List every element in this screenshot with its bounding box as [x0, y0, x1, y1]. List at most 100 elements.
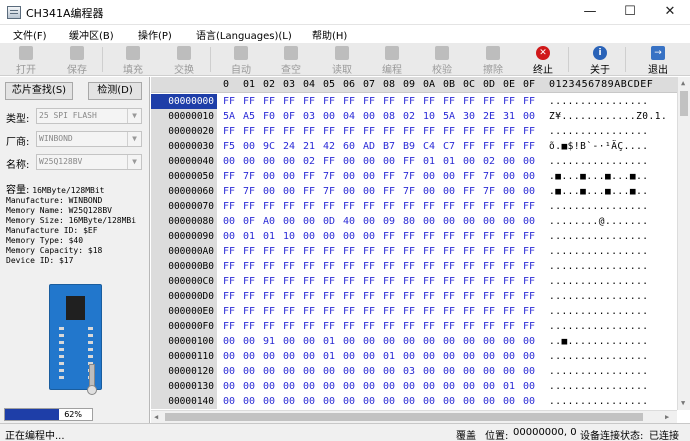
hex-byte[interactable]: FF [423, 199, 435, 214]
hex-byte[interactable]: F0 [263, 109, 275, 124]
hex-byte[interactable]: 10 [423, 109, 435, 124]
hex-byte[interactable]: FF [363, 244, 375, 259]
hex-byte[interactable]: 00 [363, 214, 375, 229]
hex-byte[interactable]: FF [283, 94, 295, 109]
hex-byte[interactable]: 00 [243, 154, 255, 169]
hex-byte[interactable]: 00 [303, 349, 315, 364]
hex-byte[interactable]: FF [383, 169, 395, 184]
hex-byte[interactable]: A5 [243, 109, 255, 124]
hex-byte[interactable]: 24 [283, 139, 295, 154]
hex-byte[interactable]: 00 [523, 349, 535, 364]
hex-byte[interactable]: FF [363, 304, 375, 319]
hex-byte[interactable]: 00 [283, 214, 295, 229]
vertical-scroll-thumb[interactable] [680, 91, 688, 116]
hex-byte[interactable]: 00 [463, 334, 475, 349]
close-button[interactable]: ✕ [650, 0, 690, 24]
hex-row[interactable]: 000000A0 FF FF FF FF FF FF FF FF FF FF FF FF FF FF FF FF… [151, 244, 677, 259]
row-ascii[interactable]: õ.■$!B`-·¹ÄÇ.... [549, 139, 649, 154]
vertical-scrollbar[interactable]: ▲ ▼ [677, 77, 690, 410]
hex-byte[interactable]: FF [343, 304, 355, 319]
hex-byte[interactable]: AD [363, 139, 375, 154]
hex-byte[interactable]: 00 [223, 214, 235, 229]
hex-byte[interactable]: B7 [383, 139, 395, 154]
hex-byte[interactable]: FF [483, 304, 495, 319]
hex-byte[interactable]: FF [383, 94, 395, 109]
stop-button[interactable]: ✕ 终止 [523, 44, 563, 76]
hex-byte[interactable]: 00 [303, 394, 315, 409]
scroll-left-icon[interactable]: ◀ [154, 413, 158, 421]
hex-byte[interactable]: 00 [243, 394, 255, 409]
hex-byte[interactable]: FF [243, 274, 255, 289]
hex-byte[interactable]: 02 [483, 154, 495, 169]
hex-byte[interactable]: FF [383, 199, 395, 214]
hex-byte[interactable]: A0 [263, 214, 275, 229]
hex-byte[interactable]: FF [523, 124, 535, 139]
row-ascii[interactable]: ................ [549, 379, 649, 394]
hex-row[interactable]: 00000130 00 00 00 00 00 00 00 00 00 00 00 00 00 00 01 00… [151, 379, 677, 394]
hex-byte[interactable]: 09 [383, 214, 395, 229]
hex-byte[interactable]: FF [483, 139, 495, 154]
hex-byte[interactable]: FF [283, 199, 295, 214]
hex-byte[interactable]: 00 [363, 154, 375, 169]
hex-byte[interactable]: FF [503, 229, 515, 244]
hex-byte[interactable]: 00 [363, 334, 375, 349]
hex-byte[interactable]: 00 [323, 364, 335, 379]
row-ascii[interactable]: .■...■...■...■.. [549, 169, 649, 184]
hex-byte[interactable]: FF [403, 94, 415, 109]
row-ascii[interactable]: ..■............. [549, 334, 649, 349]
hex-byte[interactable]: FF [483, 319, 495, 334]
hex-byte[interactable]: FF [303, 304, 315, 319]
hex-byte[interactable]: 04 [343, 109, 355, 124]
hex-byte[interactable]: FF [363, 289, 375, 304]
hex-byte[interactable]: FF [503, 124, 515, 139]
hex-byte[interactable]: 00 [263, 169, 275, 184]
hex-byte[interactable]: FF [383, 259, 395, 274]
hex-byte[interactable]: 00 [463, 379, 475, 394]
hex-byte[interactable]: 00 [283, 349, 295, 364]
row-ascii[interactable]: .■...■...■...■.. [549, 184, 649, 199]
hex-byte[interactable]: 00 [223, 349, 235, 364]
hex-byte[interactable]: 01 [263, 229, 275, 244]
hex-byte[interactable]: 00 [503, 394, 515, 409]
hex-byte[interactable]: FF [443, 229, 455, 244]
row-ascii[interactable]: ................ [549, 94, 649, 109]
hex-byte[interactable]: 00 [383, 394, 395, 409]
hex-row[interactable]: 00000090 00 01 01 10 00 00 00 00 FF FF FF FF FF FF FF FF… [151, 229, 677, 244]
hex-byte[interactable]: FF [443, 304, 455, 319]
hex-byte[interactable]: FF [463, 124, 475, 139]
hex-byte[interactable]: FF [403, 244, 415, 259]
hex-byte[interactable]: 00 [443, 184, 455, 199]
hex-byte[interactable]: FF [283, 319, 295, 334]
hex-byte[interactable]: 00 [443, 394, 455, 409]
hex-byte[interactable]: 00 [483, 349, 495, 364]
hex-byte[interactable]: 00 [483, 334, 495, 349]
hex-row[interactable]: 000000C0 FF FF FF FF FF FF FF FF FF FF FF FF FF FF FF FF… [151, 274, 677, 289]
hex-byte[interactable]: 00 [263, 379, 275, 394]
hex-byte[interactable]: FF [463, 199, 475, 214]
hex-byte[interactable]: 00 [423, 349, 435, 364]
hex-byte[interactable]: FF [463, 184, 475, 199]
hex-byte[interactable]: 00 [243, 349, 255, 364]
hex-byte[interactable]: 00 [223, 154, 235, 169]
row-ascii[interactable]: ................ [549, 154, 649, 169]
hex-byte[interactable]: FF [483, 289, 495, 304]
hex-byte[interactable]: 00 [463, 214, 475, 229]
hex-byte[interactable]: 00 [443, 349, 455, 364]
hex-byte[interactable]: 00 [523, 379, 535, 394]
hex-byte[interactable]: 00 [343, 229, 355, 244]
hex-byte[interactable]: FF [503, 244, 515, 259]
hex-byte[interactable]: 00 [503, 169, 515, 184]
hex-byte[interactable]: FF [303, 319, 315, 334]
hex-byte[interactable]: 00 [503, 349, 515, 364]
hex-byte[interactable]: 00 [503, 364, 515, 379]
maximize-button[interactable]: ☐ [610, 0, 650, 24]
hex-byte[interactable]: 00 [503, 154, 515, 169]
hex-byte[interactable]: 00 [323, 109, 335, 124]
hex-row[interactable]: 00000120 00 00 00 00 00 00 00 00 00 03 00 00 00 00 00 00… [151, 364, 677, 379]
hex-byte[interactable]: 00 [343, 154, 355, 169]
hex-byte[interactable]: 00 [303, 229, 315, 244]
hex-byte[interactable]: 00 [243, 139, 255, 154]
hex-row[interactable]: 00000070 FF FF FF FF FF FF FF FF FF FF FF FF FF FF FF FF… [151, 199, 677, 214]
fill-button[interactable]: 填充 [113, 44, 153, 76]
hex-byte[interactable]: FF [343, 259, 355, 274]
